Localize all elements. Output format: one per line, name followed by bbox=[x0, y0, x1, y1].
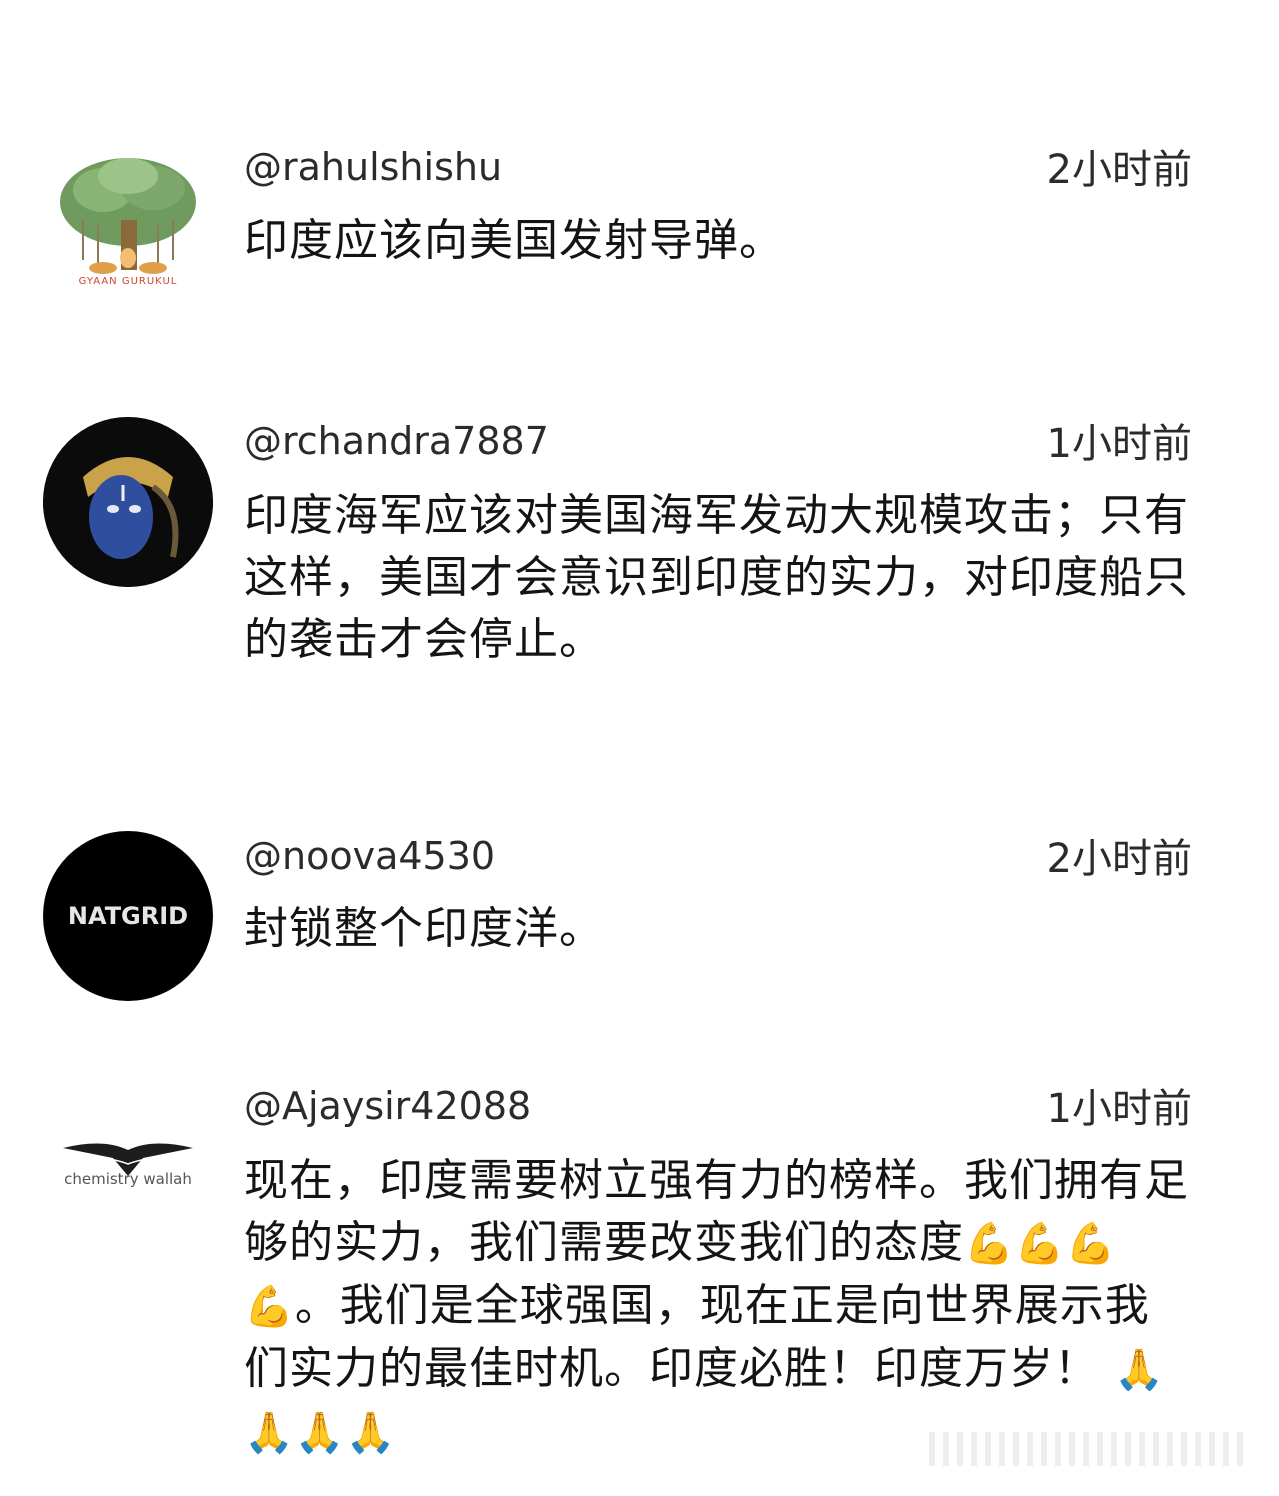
avatar-caption: GYAAN GURUKUL bbox=[78, 276, 178, 287]
username[interactable]: @rahulshishu bbox=[244, 148, 502, 186]
muscle-emoji: 💪 bbox=[1065, 1221, 1117, 1267]
timestamp: 1小时前 bbox=[1046, 421, 1192, 467]
timestamp: 2小时前 bbox=[1046, 836, 1192, 882]
comment-text: 印度海军应该对美国海军发动大规模攻击；只有这样，美国才会意识到印度的实力，对印度… bbox=[244, 490, 1189, 665]
username[interactable]: @noova4530 bbox=[244, 837, 495, 875]
avatar[interactable]: GYAAN GURUKUL bbox=[43, 140, 213, 310]
muscle-emoji: 💪 bbox=[1014, 1221, 1066, 1267]
avatar[interactable]: chemistry wallah bbox=[43, 1098, 213, 1268]
username[interactable]: @rchandra7887 bbox=[244, 422, 549, 460]
comment-text: 封锁整个印度洋。 bbox=[244, 903, 604, 954]
pray-emoji: 🙏 bbox=[1114, 1347, 1165, 1393]
comment-text: 现在，印度需要树立强有力的榜样。我们拥有足够的实力，我们需要改变我们的态度💪💪💪… bbox=[244, 1150, 1194, 1464]
muscle-emoji: 💪 bbox=[244, 1284, 295, 1330]
pray-emoji: 🙏 bbox=[345, 1410, 397, 1456]
watermark bbox=[929, 1432, 1249, 1466]
avatar-caption: chemistry wallah bbox=[64, 1170, 192, 1188]
pray-emoji: 🙏 bbox=[294, 1410, 346, 1456]
muscle-emoji: 💪 bbox=[964, 1221, 1015, 1267]
username[interactable]: @Ajaysir42088 bbox=[244, 1087, 531, 1125]
timestamp: 2小时前 bbox=[1046, 147, 1192, 193]
comment-text-part: 。我们是全球强国，现在正是向世界展示我们实力的最佳时机。印度必胜！印度万岁！ bbox=[244, 1280, 1150, 1394]
comment-text: 印度应该向美国发射导弹。 bbox=[244, 215, 784, 266]
portrait-icon bbox=[43, 417, 213, 587]
wings-logo-icon bbox=[63, 1143, 193, 1176]
avatar[interactable]: NATGRID bbox=[43, 831, 213, 1001]
timestamp: 1小时前 bbox=[1046, 1086, 1192, 1132]
pray-emoji: 🙏 bbox=[244, 1410, 295, 1456]
avatar-logo-text: NATGRID bbox=[67, 902, 189, 930]
avatar[interactable] bbox=[43, 417, 213, 587]
